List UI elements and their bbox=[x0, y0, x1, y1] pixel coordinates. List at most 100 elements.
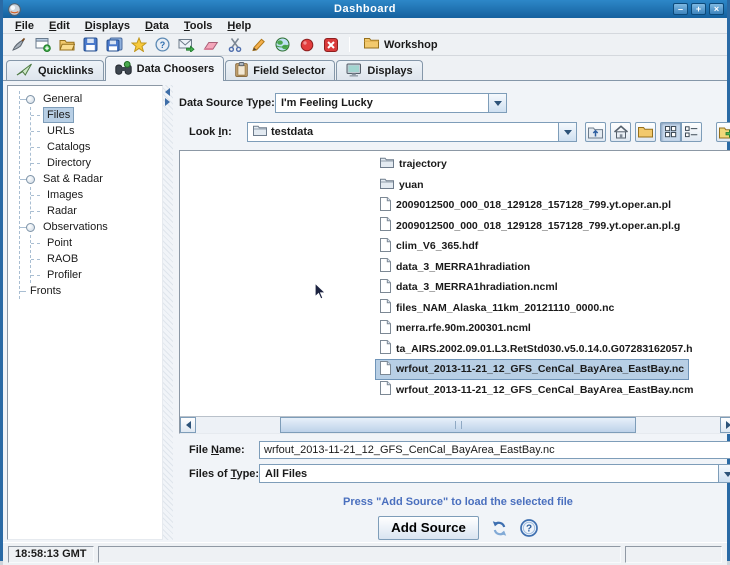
tree-item-radar[interactable]: Radar bbox=[31, 203, 160, 219]
globe-icon[interactable] bbox=[274, 36, 291, 53]
scroll-left-button[interactable] bbox=[180, 417, 196, 433]
workshop-label: Workshop bbox=[384, 39, 438, 51]
tree-item-point[interactable]: Point bbox=[31, 235, 160, 251]
folder-item[interactable]: yuan bbox=[375, 175, 429, 196]
tree-item-sat-radar[interactable]: Sat & Radar bbox=[20, 171, 160, 187]
file-item[interactable]: clim_V6_365.hdf bbox=[375, 236, 483, 257]
tab-data-choosers[interactable]: Data Choosers bbox=[105, 56, 225, 81]
minimize-window-button[interactable]: – bbox=[673, 3, 688, 15]
data-source-type-combobox[interactable]: I'm Feeling Lucky bbox=[275, 93, 507, 113]
record-icon[interactable] bbox=[298, 36, 315, 53]
scrollbar-track[interactable] bbox=[196, 417, 720, 433]
tree-expand-handle-icon[interactable] bbox=[26, 223, 35, 232]
open-folder-icon[interactable] bbox=[58, 36, 75, 53]
tree-connector bbox=[31, 275, 40, 276]
home-button[interactable] bbox=[610, 122, 631, 142]
expand-right-icon[interactable] bbox=[165, 98, 170, 106]
tree-children-group: PointRAOBProfiler bbox=[30, 235, 160, 283]
menu-displays[interactable]: Displays bbox=[78, 19, 138, 33]
tab-label: Data Choosers bbox=[137, 63, 215, 75]
tree-item-fronts[interactable]: Fronts bbox=[20, 283, 160, 299]
file-item-label: clim_V6_365.hdf bbox=[396, 240, 478, 252]
tree-expand-handle-icon[interactable] bbox=[26, 175, 35, 184]
tab-quicklinks[interactable]: Quicklinks bbox=[6, 60, 104, 81]
menu-edit[interactable]: Edit bbox=[42, 19, 78, 33]
menu-data[interactable]: Data bbox=[138, 19, 177, 33]
file-item-label: yuan bbox=[399, 179, 424, 191]
file-item[interactable]: 2009012500_000_018_129128_157128_799.yt.… bbox=[375, 216, 685, 237]
file-item[interactable]: data_3_MERRA1hradiation bbox=[375, 257, 535, 278]
grid-view-button[interactable] bbox=[660, 122, 681, 142]
eraser-icon[interactable] bbox=[202, 36, 219, 53]
go-folder-button[interactable] bbox=[716, 122, 730, 142]
tree-item-observations[interactable]: Observations bbox=[20, 219, 160, 235]
file-item[interactable]: wrfout_2013-11-21_12_GFS_CenCal_BayArea_… bbox=[375, 380, 698, 401]
file-item[interactable]: wrfout_2013-11-21_12_GFS_CenCal_BayArea_… bbox=[375, 359, 689, 380]
save-copy-icon[interactable] bbox=[106, 36, 123, 53]
tree-item-general[interactable]: General bbox=[20, 91, 160, 107]
tab-displays[interactable]: Displays bbox=[336, 60, 422, 81]
toolbar: ? Workshop bbox=[3, 34, 727, 56]
menu-file[interactable]: File bbox=[8, 19, 42, 33]
tree-item-files[interactable]: Files bbox=[31, 107, 160, 123]
folder-icon bbox=[364, 37, 379, 52]
file-list[interactable]: trajectory yuan 2009012500_000_018_129128_… bbox=[180, 151, 730, 416]
save-icon[interactable] bbox=[82, 36, 99, 53]
folder-item[interactable]: trajectory bbox=[375, 154, 452, 175]
tree-connector bbox=[31, 131, 40, 132]
collapse-left-icon[interactable] bbox=[165, 88, 170, 96]
tree-item-raob[interactable]: RAOB bbox=[31, 251, 160, 267]
add-source-button[interactable]: Add Source bbox=[378, 516, 479, 540]
maximize-window-button[interactable]: + bbox=[691, 3, 706, 15]
menu-tools[interactable]: Tools bbox=[177, 19, 221, 33]
combo-dropdown-icon[interactable] bbox=[718, 465, 730, 482]
list-view-button[interactable] bbox=[681, 122, 702, 142]
toolbar-separator bbox=[349, 37, 350, 52]
file-icon bbox=[380, 258, 391, 275]
tree-item-profiler[interactable]: Profiler bbox=[31, 267, 160, 283]
combo-dropdown-icon[interactable] bbox=[558, 123, 576, 141]
titlebar[interactable]: Dashboard –+× bbox=[3, 0, 727, 18]
file-item[interactable]: merra.rfe.90m.200301.ncml bbox=[375, 318, 536, 339]
file-item[interactable]: 2009012500_000_018_129128_157128_799.yt.… bbox=[375, 195, 676, 216]
tab-field-selector[interactable]: Field Selector bbox=[225, 60, 335, 81]
tree-item-catalogs[interactable]: Catalogs bbox=[31, 139, 160, 155]
file-name-input[interactable]: wrfout_2013-11-21_12_GFS_CenCal_BayArea_… bbox=[259, 441, 730, 459]
scrollbar-thumb[interactable] bbox=[280, 417, 636, 433]
files-of-type-combobox[interactable]: All Files bbox=[259, 464, 730, 483]
up-folder-button[interactable] bbox=[585, 122, 606, 142]
mail-send-icon[interactable] bbox=[178, 36, 195, 53]
splitpane-divider[interactable] bbox=[163, 85, 173, 540]
support-icon[interactable]: ? bbox=[154, 36, 171, 53]
refresh-icon[interactable] bbox=[490, 520, 509, 537]
close-app-icon[interactable] bbox=[322, 36, 339, 53]
data-source-type-value: I'm Feeling Lucky bbox=[276, 94, 488, 112]
pointer-icon[interactable] bbox=[10, 36, 27, 53]
scroll-right-button[interactable] bbox=[720, 417, 730, 433]
horizontal-scrollbar[interactable] bbox=[180, 416, 730, 433]
tree-expand-handle-icon[interactable] bbox=[26, 95, 35, 104]
new-folder-button[interactable] bbox=[635, 122, 656, 142]
new-window-icon[interactable] bbox=[34, 36, 51, 53]
file-item[interactable]: data_3_MERRA1hradiation.ncml bbox=[375, 277, 563, 298]
menu-help[interactable]: Help bbox=[220, 19, 259, 33]
file-item[interactable]: ta_AIRS.2002.09.01.L3.RetStd030.v5.0.14.… bbox=[375, 339, 698, 360]
pencil-icon[interactable] bbox=[250, 36, 267, 53]
file-item[interactable]: files_NAM_Alaska_11km_20121110_0000.nc bbox=[375, 298, 619, 319]
tree-connector bbox=[31, 259, 40, 260]
look-in-combobox[interactable]: testdata bbox=[247, 122, 577, 142]
close-window-button[interactable]: × bbox=[709, 3, 724, 15]
tree-item-images[interactable]: Images bbox=[31, 187, 160, 203]
data-source-type-label: Data Source Type: bbox=[179, 97, 275, 109]
tree-item-urls[interactable]: URLs bbox=[31, 123, 160, 139]
favorites-icon[interactable] bbox=[130, 36, 147, 53]
file-item-label: data_3_MERRA1hradiation.ncml bbox=[396, 281, 558, 293]
combo-dropdown-icon[interactable] bbox=[488, 94, 506, 112]
tree-item-label: General bbox=[39, 91, 86, 107]
cut-icon[interactable] bbox=[226, 36, 243, 53]
tree-item-directory[interactable]: Directory bbox=[31, 155, 160, 171]
workshop-button[interactable]: Workshop bbox=[360, 36, 442, 53]
tree-item-label: Sat & Radar bbox=[39, 171, 107, 187]
help-icon[interactable]: ? bbox=[520, 519, 538, 537]
clock-display: 18:58:13 GMT bbox=[8, 546, 94, 563]
